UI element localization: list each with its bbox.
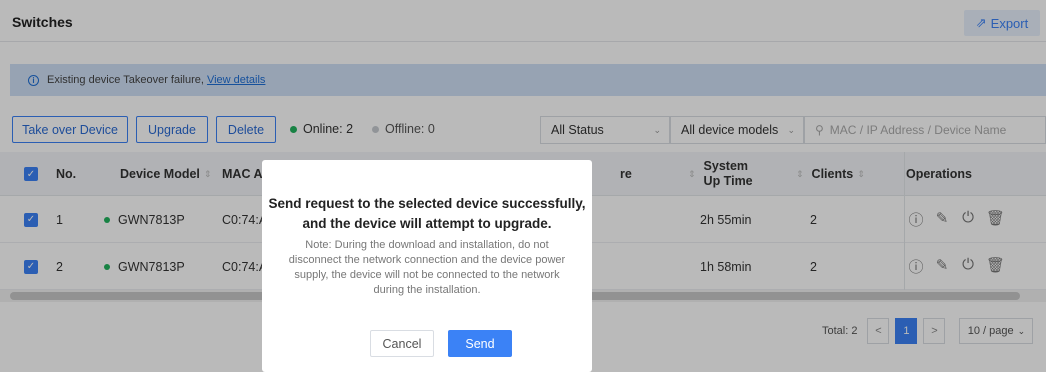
send-button[interactable]: Send xyxy=(448,330,512,357)
dialog-title: Send request to the selected device succ… xyxy=(268,196,586,231)
cancel-button[interactable]: Cancel xyxy=(370,330,434,357)
dialog-note: Note: During the download and installati… xyxy=(288,239,566,296)
upgrade-confirm-dialog: Send request to the selected device succ… xyxy=(262,160,592,372)
